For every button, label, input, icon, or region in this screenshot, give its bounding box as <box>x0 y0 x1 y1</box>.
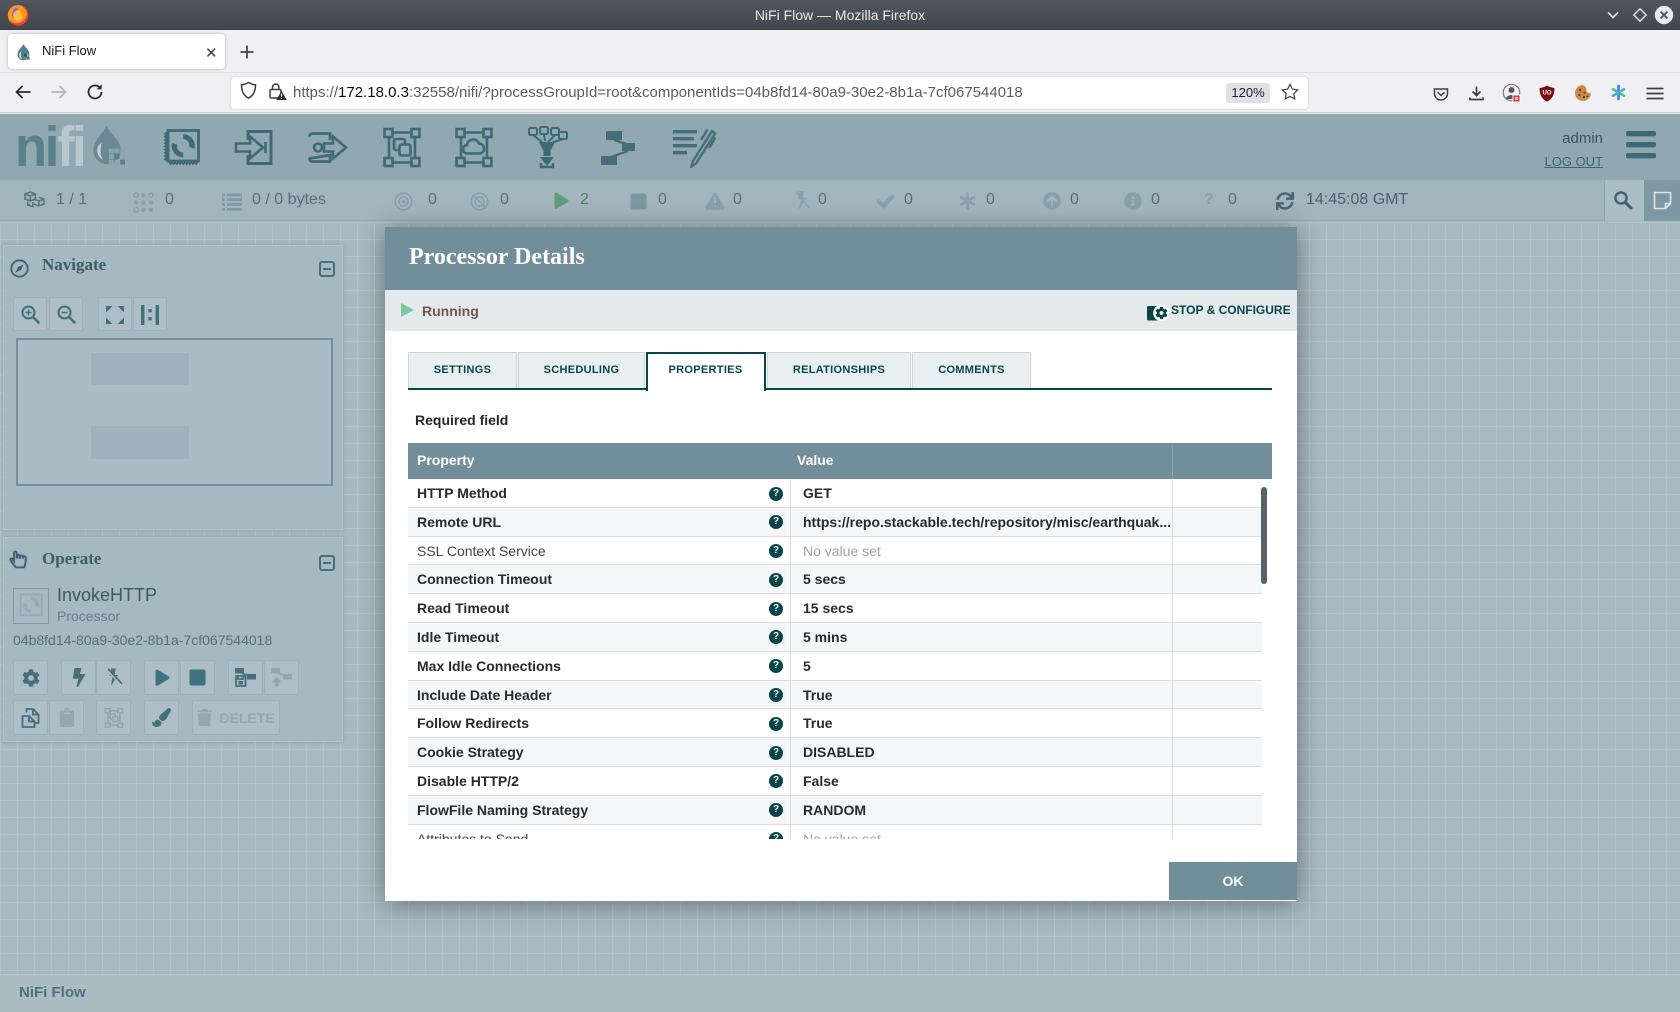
svg-text:UO: UO <box>1543 91 1552 97</box>
